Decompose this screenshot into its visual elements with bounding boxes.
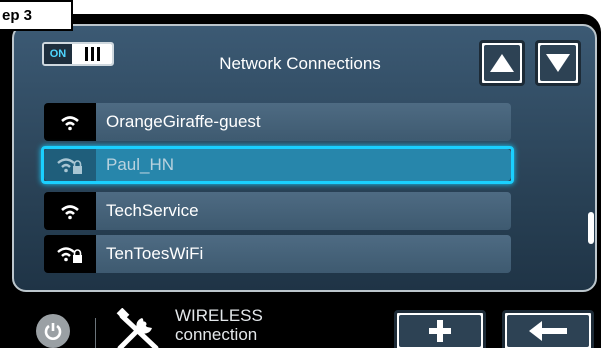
power-icon [44,323,62,340]
toggle-grip-icon [72,44,112,64]
scrollbar-thumb[interactable] [588,212,594,244]
network-row-techservice[interactable]: TechService [44,192,511,230]
tools-icon [116,308,159,348]
plus-icon [429,320,451,342]
power-button[interactable] [36,314,70,348]
wifi-lock-icon [44,149,96,181]
scroll-up-button[interactable] [479,40,525,86]
arrow-down-icon [546,54,570,72]
network-name: Paul_HN [96,149,511,181]
arrow-left-icon [529,321,567,341]
network-row-tentoeswifi[interactable]: TenToesWiFi [44,235,511,273]
add-network-button[interactable] [394,310,486,348]
device-screen: ON Network Connections OrangeGiraffe-gue… [0,14,601,348]
wireless-connection-label: WIRELESS connection [175,306,263,344]
network-name: TenToesWiFi [96,235,511,273]
divider [95,318,96,348]
wireless-toggle[interactable]: ON [42,42,114,66]
wifi-icon [44,103,96,141]
network-name: OrangeGiraffe-guest [96,103,511,141]
network-row-paul-hn[interactable]: Paul_HN [41,146,514,184]
wireless-line2: connection [175,325,258,344]
network-row-orangegiraffe-guest[interactable]: OrangeGiraffe-guest [44,103,511,141]
toggle-on-label: ON [44,44,72,64]
wifi-lock-icon [44,235,96,273]
scroll-down-button[interactable] [535,40,581,86]
network-name: TechService [96,192,511,230]
step-label: ep 3 [0,0,73,31]
wifi-icon [44,192,96,230]
arrow-up-icon [490,54,514,72]
bottom-bar: WIRELESS connection [0,292,601,348]
wireless-line1: WIRELESS [175,306,263,325]
back-button[interactable] [502,310,594,348]
page-title: Network Connections [219,54,381,73]
